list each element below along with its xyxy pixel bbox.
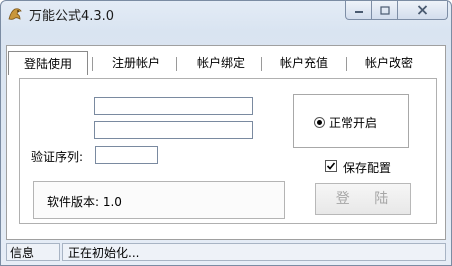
tab-separator: [346, 57, 347, 71]
tab-bind-account[interactable]: 帐户绑定: [186, 51, 256, 75]
close-button[interactable]: [398, 1, 448, 20]
password-input[interactable]: [94, 121, 253, 139]
app-window: 万能公式4.3.0 登陆使用 注册帐户 帐户绑定 帐户充值 帐户改密 验证序列:: [0, 0, 452, 266]
tab-recharge[interactable]: 帐户充值: [268, 51, 340, 75]
close-icon: [417, 5, 428, 15]
login-button[interactable]: 登 陆: [315, 183, 411, 215]
tab-login[interactable]: 登陆使用: [8, 51, 88, 75]
status-bar: 信息 正在初始化...: [6, 242, 446, 262]
username-input[interactable]: [94, 97, 253, 115]
minimize-button[interactable]: [345, 1, 372, 20]
verify-label: 验证序列:: [31, 150, 84, 164]
version-box: 软件版本: 1.0: [33, 181, 285, 219]
minimize-icon: [354, 11, 363, 13]
caption-buttons: [345, 1, 448, 20]
tab-separator: [261, 57, 262, 71]
maximize-button[interactable]: [372, 1, 398, 20]
status-info: 信息: [6, 243, 60, 261]
title-bar[interactable]: 万能公式4.3.0: [1, 1, 451, 27]
verify-input[interactable]: [95, 146, 158, 164]
save-config-checkbox[interactable]: [325, 160, 337, 172]
app-logo-icon: [7, 5, 24, 22]
tab-separator: [176, 57, 177, 71]
maximize-icon: [379, 5, 390, 15]
normal-start-radio[interactable]: [314, 117, 325, 128]
normal-start-label[interactable]: 正常开启: [329, 114, 377, 131]
mode-group: 正常开启: [293, 94, 409, 148]
tab-separator: [92, 57, 93, 71]
status-message: 正在初始化...: [62, 243, 446, 261]
tab-register[interactable]: 注册帐户: [101, 51, 171, 75]
save-config-label[interactable]: 保存配置: [343, 159, 391, 176]
window-title: 万能公式4.3.0: [29, 9, 115, 24]
checkmark-icon: [326, 162, 336, 170]
version-text: 软件版本: 1.0: [47, 195, 122, 209]
tab-change-password[interactable]: 帐户改密: [351, 51, 427, 75]
tab-bar: 登陆使用 注册帐户 帐户绑定 帐户充值 帐户改密: [6, 51, 446, 77]
